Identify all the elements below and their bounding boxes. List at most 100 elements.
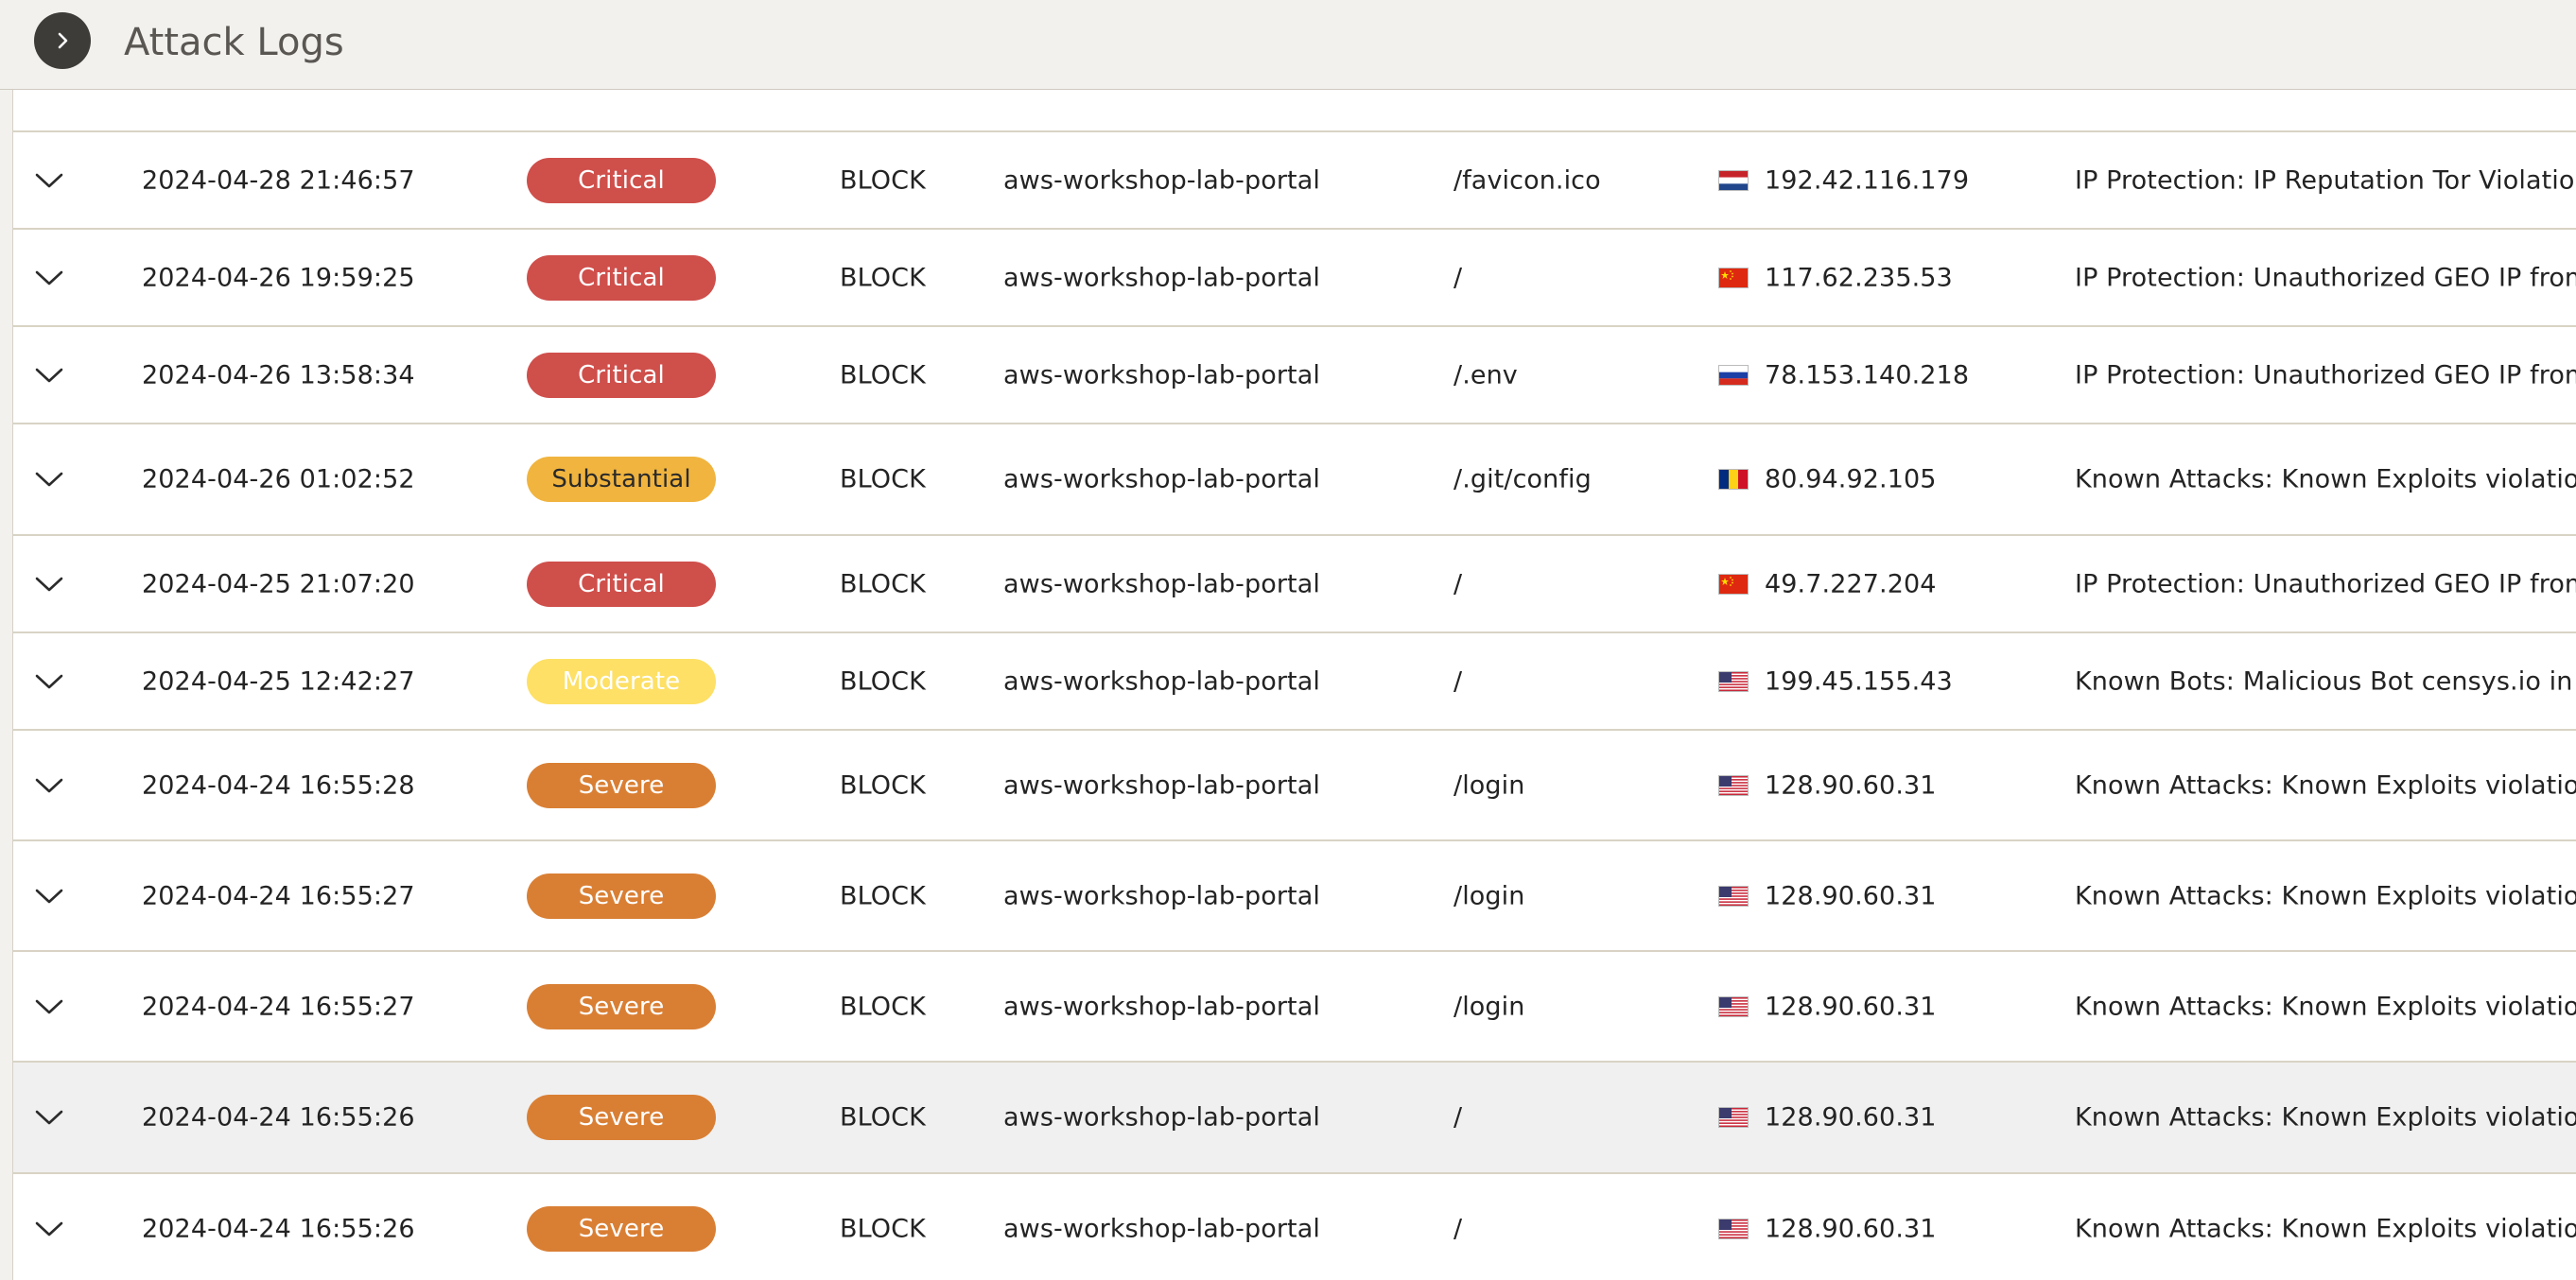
flag-cell [1718, 469, 1749, 490]
country-flag-icon [1718, 267, 1749, 288]
chevron-down-icon[interactable] [32, 879, 66, 913]
application-name: aws-workshop-lab-portal [1003, 666, 1320, 696]
chevron-down-icon[interactable] [32, 462, 66, 496]
severity-badge: Critical [527, 352, 716, 398]
table-row[interactable]: 2024-04-28 21:46:57 Critical BLOCK aws-w… [13, 132, 2576, 230]
attack-description: Known Attacks: Known Exploits violation … [2075, 992, 2576, 1021]
severity-badge: Severe [527, 762, 716, 808]
country-flag-icon [1718, 1107, 1749, 1128]
request-path: /.git/config [1453, 464, 1592, 494]
flag-cell [1718, 1107, 1749, 1128]
severity-badge: Severe [527, 873, 716, 919]
timestamp: 2024-04-25 12:42:27 [142, 666, 415, 696]
chevron-down-icon[interactable] [32, 567, 66, 601]
severity-badge: Severe [527, 1095, 716, 1140]
country-flag-icon [1718, 364, 1749, 386]
table-row[interactable]: 2024-04-24 16:55:27 Severe BLOCK aws-wor… [13, 841, 2576, 952]
chevron-down-icon[interactable] [32, 164, 66, 198]
expand-sidebar-button[interactable] [34, 12, 91, 69]
attack-description: Known Attacks: Known Exploits violation … [2075, 464, 2576, 494]
request-path: / [1453, 1102, 1463, 1133]
action-label: BLOCK [840, 360, 926, 389]
timestamp: 2024-04-25 21:07:20 [142, 569, 415, 598]
severity-badge-cell: Critical [527, 352, 716, 398]
table-row[interactable]: 2024-04-25 21:07:20 Critical BLOCK aws-w… [13, 536, 2576, 633]
severity-badge-cell: Substantial [527, 457, 716, 502]
flag-cell [1718, 774, 1749, 796]
application-name: aws-workshop-lab-portal [1003, 165, 1320, 195]
attack-logs-page: Attack Logs 2024-04-29 18:11:00 Critical… [0, 0, 2576, 1280]
timestamp: 2024-04-26 19:59:25 [142, 263, 415, 292]
page-title: Attack Logs [124, 21, 344, 64]
attack-description: Known Attacks: Known Exploits violation … [2075, 770, 2576, 800]
chevron-down-icon[interactable] [32, 261, 66, 295]
timestamp: 2024-04-24 16:55:26 [142, 1102, 415, 1133]
severity-badge-cell: Severe [527, 1206, 716, 1252]
action-label: BLOCK [840, 263, 926, 292]
application-name: aws-workshop-lab-portal [1003, 881, 1320, 910]
chevron-down-icon[interactable] [32, 1100, 66, 1134]
chevron-down-icon[interactable] [32, 665, 66, 699]
application-name: aws-workshop-lab-portal [1003, 569, 1320, 598]
table-row[interactable]: 2024-04-24 16:55:26 Severe BLOCK aws-wor… [13, 1063, 2576, 1174]
attack-description: IP Protection: Unauthorized GEO IP from … [2075, 360, 2576, 389]
severity-badge: Critical [527, 561, 716, 607]
action-label: BLOCK [840, 666, 926, 696]
source-ip: 80.94.92.105 [1765, 464, 1937, 494]
table-row[interactable]: 2024-04-25 12:42:27 Moderate BLOCK aws-w… [13, 633, 2576, 731]
table-row[interactable]: 2024-04-26 13:58:34 Critical BLOCK aws-w… [13, 327, 2576, 424]
flag-cell [1718, 169, 1749, 191]
source-ip: 78.153.140.218 [1765, 360, 1970, 389]
application-name: aws-workshop-lab-portal [1003, 1214, 1320, 1244]
chevron-down-icon[interactable] [32, 358, 66, 392]
timestamp: 2024-04-24 16:55:27 [142, 992, 415, 1021]
action-label: BLOCK [840, 1214, 926, 1244]
source-ip: 199.45.155.43 [1765, 666, 1953, 696]
application-name: aws-workshop-lab-portal [1003, 770, 1320, 800]
source-ip: 128.90.60.31 [1765, 770, 1937, 800]
country-flag-icon [1718, 774, 1749, 796]
action-label: BLOCK [840, 569, 926, 598]
country-flag-icon [1718, 169, 1749, 191]
request-path: / [1453, 666, 1463, 696]
severity-badge: Severe [527, 983, 716, 1029]
chevron-down-icon[interactable] [32, 990, 66, 1024]
action-label: BLOCK [840, 992, 926, 1021]
attack-description: Known Attacks: Known Exploits violation … [2075, 881, 2576, 910]
flag-cell [1718, 364, 1749, 386]
request-path: /favicon.ico [1453, 165, 1601, 195]
table-row[interactable]: 2024-04-24 16:55:27 Severe BLOCK aws-wor… [13, 952, 2576, 1063]
left-panel-edge [0, 0, 13, 1280]
attack-description: Known Attacks: Known Exploits violation … [2075, 1102, 2576, 1133]
timestamp: 2024-04-28 21:46:57 [142, 165, 415, 195]
attack-description: IP Protection: Unauthorized GEO IP from … [2075, 263, 2576, 292]
chevron-down-icon[interactable] [32, 1212, 66, 1246]
action-label: BLOCK [840, 165, 926, 195]
request-path: / [1453, 569, 1463, 598]
timestamp: 2024-04-24 16:55:26 [142, 1214, 415, 1244]
flag-cell [1718, 885, 1749, 907]
chevron-down-icon[interactable] [32, 769, 66, 803]
table-row[interactable]: 2024-04-26 01:02:52 Substantial BLOCK aw… [13, 424, 2576, 536]
request-path: / [1453, 263, 1463, 292]
country-flag-icon [1718, 995, 1749, 1017]
severity-badge-cell: Moderate [527, 658, 716, 704]
attack-description: Known Bots: Malicious Bot censys.io in c… [2075, 666, 2576, 696]
attack-description: Known Attacks: Known Exploits violation … [2075, 1214, 2576, 1244]
severity-badge-cell: Severe [527, 1095, 716, 1140]
request-path: / [1453, 1214, 1463, 1244]
country-flag-icon [1718, 469, 1749, 490]
flag-cell [1718, 995, 1749, 1017]
table-row[interactable]: 2024-04-24 16:55:28 Severe BLOCK aws-wor… [13, 731, 2576, 841]
source-ip: 128.90.60.31 [1765, 1214, 1937, 1244]
severity-badge-cell: Critical [527, 157, 716, 203]
severity-badge-cell: Severe [527, 983, 716, 1029]
table-row[interactable]: 2024-04-26 19:59:25 Critical BLOCK aws-w… [13, 230, 2576, 327]
severity-badge: Substantial [527, 457, 716, 502]
attack-description: IP Protection: Unauthorized GEO IP from … [2075, 569, 2576, 598]
country-flag-icon [1718, 1219, 1749, 1239]
severity-badge-cell: Critical [527, 561, 716, 607]
severity-badge: Critical [527, 157, 716, 203]
table-row[interactable]: 2024-04-24 16:55:26 Severe BLOCK aws-wor… [13, 1174, 2576, 1280]
country-flag-icon [1718, 573, 1749, 595]
